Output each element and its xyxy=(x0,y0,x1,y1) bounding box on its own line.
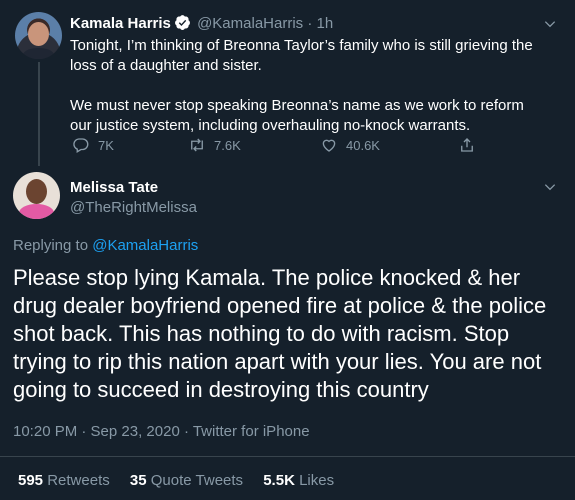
thread-connector-line xyxy=(38,62,40,166)
replying-to-line: Replying to @KamalaHarris xyxy=(13,236,198,256)
share-icon xyxy=(461,138,473,152)
replying-to-prefix: Replying to xyxy=(13,237,89,254)
stats-top-divider xyxy=(0,456,575,457)
reply-button[interactable]: 7K xyxy=(72,136,114,154)
reply-tweet-text: Please stop lying Kamala. The police kno… xyxy=(13,265,547,402)
tweet-thread: Kamala Harris @KamalaHarris · 1h Tonight… xyxy=(0,0,575,500)
tweet-timestamp-source[interactable]: 10:20 PM · Sep 23, 2020 · Twitter for iP… xyxy=(13,422,310,442)
likes-stat[interactable]: 5.5K Likes xyxy=(263,472,334,489)
parent-tweet-time[interactable]: 1h xyxy=(317,15,334,32)
like-icon xyxy=(322,139,336,152)
retweets-label: Retweets xyxy=(47,472,110,489)
reply-author-name[interactable]: Melissa Tate xyxy=(70,178,158,198)
replying-to-link[interactable]: @KamalaHarris xyxy=(92,237,198,254)
parent-tweet-actions: 7K 7.6K 40.6K xyxy=(72,136,492,156)
parent-paragraph-1: Tonight, I’m thinking of Breonna Taylor’… xyxy=(70,37,533,74)
parent-paragraph-2: We must never stop speaking Breonna’s na… xyxy=(70,97,524,134)
quote-tweets-count: 35 xyxy=(129,472,147,489)
parent-author-name[interactable]: Kamala Harris xyxy=(70,15,171,32)
share-button[interactable] xyxy=(458,136,476,154)
reply-icon xyxy=(73,138,89,153)
reply-author-handle[interactable]: @TheRightMelissa xyxy=(70,198,197,218)
retweet-button[interactable]: 7.6K xyxy=(188,136,241,154)
quote-tweets-stat[interactable]: 35 Quote Tweets xyxy=(130,472,243,489)
parent-tweet-header: Kamala Harris @KamalaHarris · 1h xyxy=(70,14,333,34)
header-separator: · xyxy=(307,15,313,32)
parent-tweet-text: Tonight, I’m thinking of Breonna Taylor’… xyxy=(70,36,540,136)
retweet-icon xyxy=(191,138,203,152)
kamala-harris-avatar[interactable] xyxy=(15,12,62,59)
reply-count: 7K xyxy=(98,137,114,153)
likes-count: 5.5K xyxy=(263,472,295,489)
melissa-tate-avatar[interactable] xyxy=(13,172,60,219)
like-button[interactable]: 40.6K xyxy=(320,136,380,154)
retweets-stat[interactable]: 595 Retweets xyxy=(18,472,110,489)
likes-label: Likes xyxy=(299,472,335,489)
verified-badge-icon xyxy=(174,15,190,30)
quote-tweets-label: Quote Tweets xyxy=(150,472,244,489)
parent-more-chevron-icon[interactable] xyxy=(543,17,557,31)
reply-more-chevron-icon[interactable] xyxy=(543,180,557,194)
retweets-count: 595 xyxy=(18,472,44,489)
parent-author-handle[interactable]: @KamalaHarris xyxy=(197,15,303,32)
like-count: 40.6K xyxy=(346,137,380,153)
retweet-count: 7.6K xyxy=(214,137,241,153)
engagement-stats: 595 Retweets 35 Quote Tweets 5.5K Likes xyxy=(18,471,350,491)
